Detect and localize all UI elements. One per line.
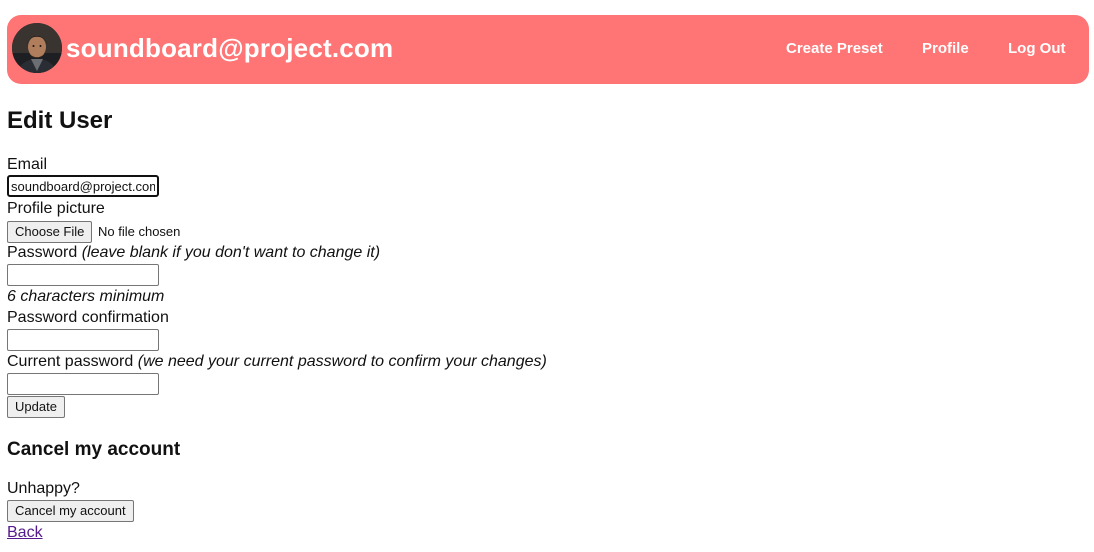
brand-title: soundboard@project.com	[66, 33, 394, 63]
nav-create-preset-link[interactable]: Create Preset	[786, 39, 883, 59]
back-link[interactable]: Back	[7, 523, 43, 543]
cancel-account-button[interactable]: Cancel my account	[7, 500, 134, 522]
password-label: Password (leave blank if you don't want …	[7, 243, 380, 263]
user-avatar[interactable]	[12, 23, 62, 73]
current-password-input[interactable]	[7, 373, 159, 395]
nav-log-out-link[interactable]: Log Out	[1008, 39, 1065, 59]
email-input[interactable]	[7, 175, 159, 197]
current-password-note: (we need your current password to confir…	[137, 353, 547, 370]
password-confirmation-input[interactable]	[7, 329, 159, 351]
file-status-text: No file chosen	[98, 224, 181, 239]
choose-file-button[interactable]: Choose File	[7, 221, 93, 243]
page-title: Edit User	[7, 107, 113, 134]
password-input[interactable]	[7, 264, 159, 286]
password-hint: 6 characters minimum	[7, 288, 165, 305]
password-note: (leave blank if you don't want to change…	[81, 244, 381, 261]
password-confirmation-label: Password confirmation	[7, 309, 169, 326]
cancel-account-heading: Cancel my account	[7, 439, 181, 460]
current-password-label-text: Current password	[7, 353, 134, 370]
current-password-label: Current password (we need your current p…	[7, 352, 547, 372]
password-label-text: Password	[7, 244, 78, 261]
email-label: Email	[7, 156, 48, 173]
nav-profile-link[interactable]: Profile	[922, 39, 969, 59]
unhappy-text: Unhappy?	[7, 480, 80, 497]
profile-picture-label: Profile picture	[7, 200, 105, 217]
update-button[interactable]: Update	[7, 396, 65, 418]
top-navbar: soundboard@project.com Create Preset Pro…	[7, 15, 1089, 84]
